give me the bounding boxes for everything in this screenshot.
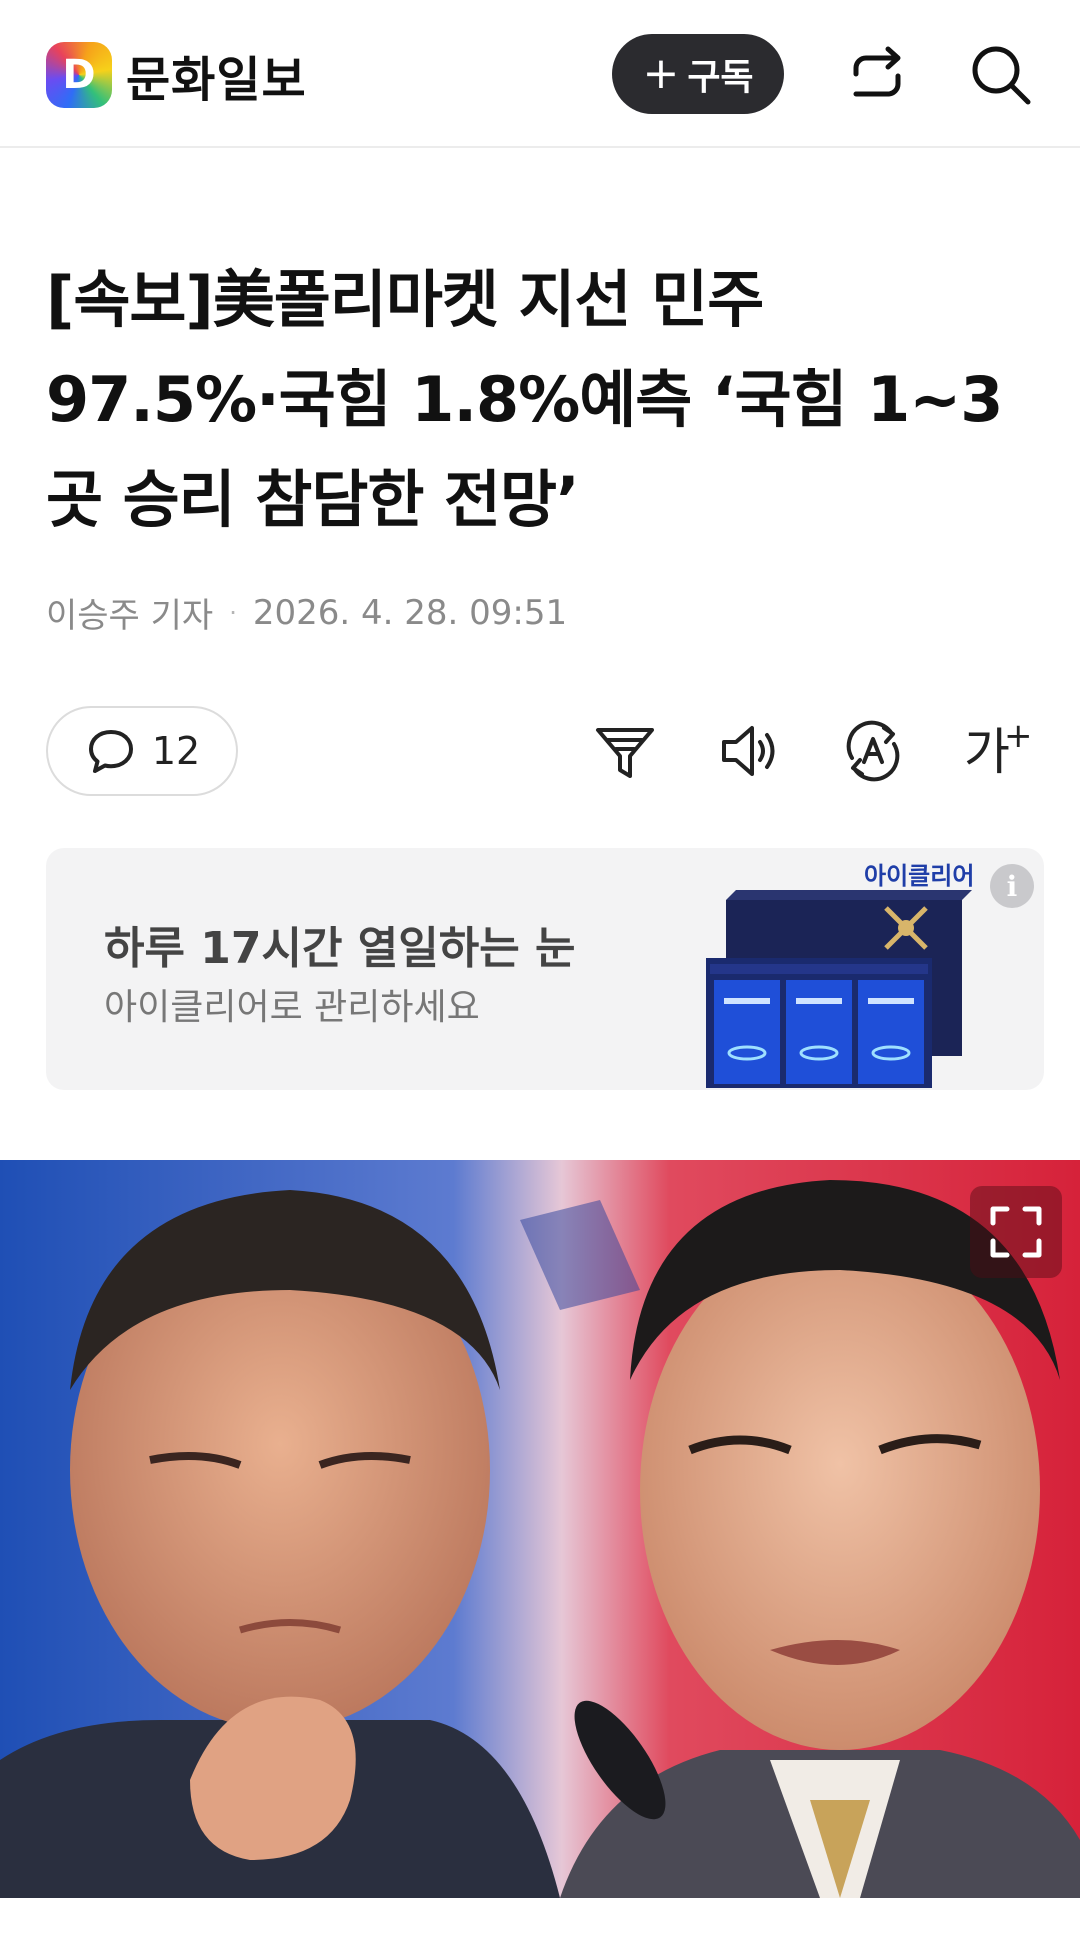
comment-bubble-icon xyxy=(88,730,133,773)
plus-icon: + xyxy=(642,48,680,99)
summary-filter-icon[interactable] xyxy=(592,718,658,784)
ad-brand-logo: 아이클리어 xyxy=(864,862,975,890)
audio-speaker-icon[interactable] xyxy=(716,718,782,784)
ad-banner[interactable]: 하루 17시간 열일하는 눈 아이클리어로 관리하세요 아이클리어 i xyxy=(46,848,1044,1090)
comment-button[interactable]: 12 xyxy=(46,706,238,796)
site-logo[interactable]: D 문화일보 xyxy=(46,40,307,110)
subscribe-button[interactable]: + 구독 xyxy=(612,34,784,114)
top-header: D 문화일보 + 구독 xyxy=(0,0,1080,148)
article-photo[interactable] xyxy=(0,1160,1080,1898)
ad-info-icon[interactable]: i xyxy=(990,864,1034,908)
expand-icon xyxy=(990,1206,1042,1258)
search-icon[interactable] xyxy=(966,40,1036,110)
subscribe-label: 구독 xyxy=(687,57,754,98)
logo-text: 문화일보 xyxy=(126,52,307,108)
title-line: 97.5%·국힘 1.8%예측 ‘국힘 1~3 xyxy=(46,363,1003,436)
article-title: [속보]美폴리마켓 지선 민주 97.5%·국힘 1.8%예측 ‘국힘 1~3 … xyxy=(46,250,1036,550)
author-name[interactable]: 이승주 기자 xyxy=(46,588,213,637)
share-icon[interactable] xyxy=(842,40,912,110)
byline-separator: · xyxy=(229,598,237,627)
ad-headline: 하루 17시간 열일하는 눈 xyxy=(104,923,576,974)
fullscreen-button[interactable] xyxy=(970,1186,1062,1278)
title-line: 곳 승리 참담한 전망’ xyxy=(46,463,580,536)
translate-icon[interactable] xyxy=(840,718,906,784)
publish-datetime: 2026. 4. 28. 09:51 xyxy=(252,592,568,633)
byline: 이승주 기자 · 2026. 4. 28. 09:51 xyxy=(46,588,567,637)
product-box-image xyxy=(706,890,972,1088)
logo-badge: D xyxy=(46,42,112,108)
comment-count: 12 xyxy=(151,729,201,773)
title-line: [속보]美폴리마켓 지선 민주 xyxy=(46,263,764,336)
logo-letter: D xyxy=(62,52,96,98)
ad-subline: 아이클리어로 관리하세요 xyxy=(104,987,480,1028)
plus-icon: + xyxy=(1004,716,1033,756)
font-size-button[interactable]: 가+ xyxy=(964,712,1033,784)
